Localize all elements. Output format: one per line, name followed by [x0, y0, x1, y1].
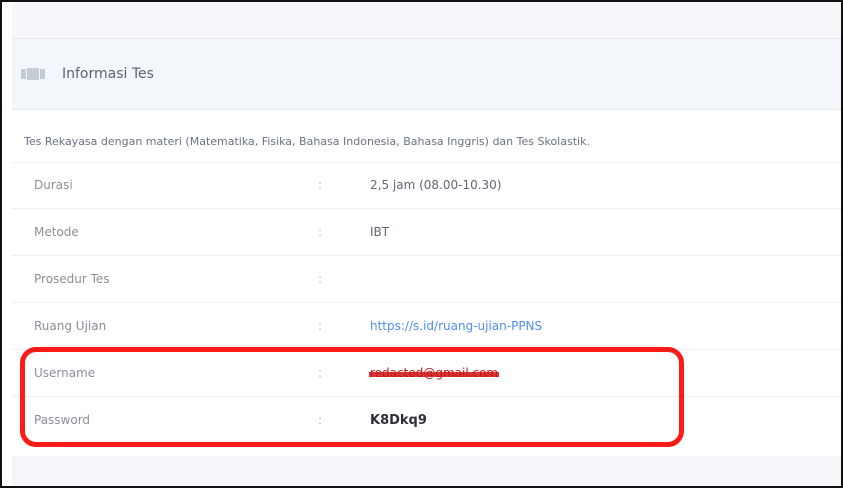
row-durasi: Durasi : 2,5 jam (08.00-10.30) — [12, 163, 841, 207]
exam-room-link[interactable]: https://s.id/ruang-ujian-PPNS — [370, 319, 542, 333]
redacted-username: redacted@gmail.com — [368, 366, 500, 380]
row-colon: : — [318, 178, 323, 192]
row-value: 2,5 jam (08.00-10.30) — [370, 178, 502, 192]
row-colon: : — [318, 413, 323, 427]
row-colon: : — [318, 319, 323, 333]
row-label: Metode — [34, 225, 79, 239]
row-colon: : — [318, 225, 323, 239]
test-description: Tes Rekayasa dengan materi (Matematika, … — [24, 135, 590, 148]
bottom-band — [12, 456, 841, 486]
divider — [12, 302, 841, 303]
row-label: Durasi — [34, 178, 73, 192]
row-colon: : — [318, 272, 323, 286]
row-label: Ruang Ujian — [34, 319, 107, 333]
row-colon: : — [318, 366, 323, 380]
password-value: K8Dkq9 — [370, 412, 427, 428]
divider — [12, 255, 841, 256]
video-icon — [20, 67, 46, 81]
panel-title: Informasi Tes — [62, 66, 154, 82]
row-label: Username — [34, 366, 96, 380]
row-password: Password : K8Dkq9 — [12, 398, 841, 442]
divider — [12, 208, 841, 209]
row-value: IBT — [370, 225, 390, 239]
row-label: Prosedur Tes — [34, 272, 110, 286]
row-metode: Metode : IBT — [12, 210, 841, 254]
row-prosedur-tes: Prosedur Tes : — [12, 257, 841, 301]
top-band — [12, 2, 841, 38]
divider — [12, 396, 841, 397]
row-username: Username : redacted@gmail.com — [12, 351, 841, 395]
row-value: redacted@gmail.com — [368, 366, 500, 380]
screenshot-frame: Informasi Tes Tes Rekayasa dengan materi… — [0, 0, 843, 488]
row-label: Password — [34, 413, 91, 427]
row-ruang-ujian: Ruang Ujian : https://s.id/ruang-ujian-P… — [12, 304, 841, 348]
panel-header: Informasi Tes — [12, 38, 841, 110]
divider — [12, 349, 841, 350]
